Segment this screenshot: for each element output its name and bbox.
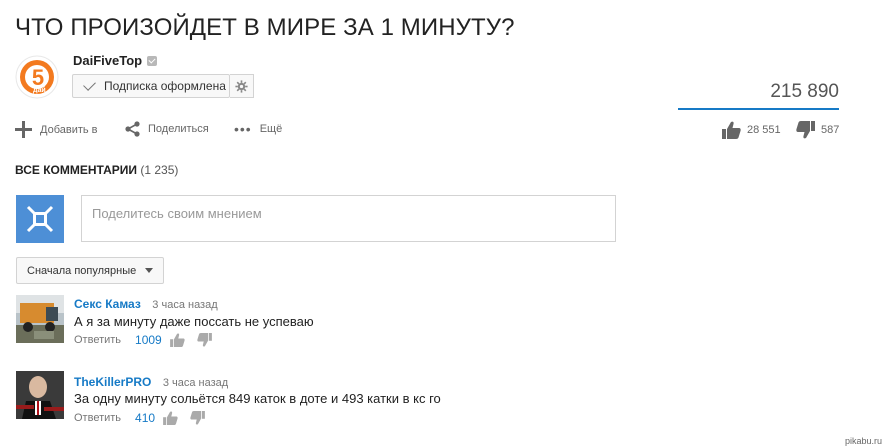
- add-to-button[interactable]: Добавить в: [15, 121, 98, 138]
- comment-like-count: 410: [135, 411, 156, 425]
- default-avatar-icon: [16, 195, 64, 243]
- channel-avatar[interactable]: 5 дай: [15, 55, 59, 99]
- comment-like-count: 1009: [135, 333, 162, 347]
- more-button[interactable]: ••• Ещё: [234, 121, 282, 137]
- channel-name-text[interactable]: DaiFiveTop: [73, 53, 142, 68]
- comment-time[interactable]: 3 часа назад: [163, 377, 228, 389]
- add-to-label: Добавить в: [40, 123, 98, 136]
- comment-header: TheKillerPRO 3 часа назад: [74, 373, 228, 391]
- comment-actions: Ответить 410: [74, 411, 205, 425]
- subscribe-label: Подписка оформлена: [104, 79, 226, 93]
- logo-sub: дай: [33, 86, 46, 94]
- comment-thumbs-down-icon[interactable]: [190, 411, 205, 425]
- sentiment-bar: [678, 108, 839, 110]
- comment-thumbs-up-icon[interactable]: [163, 411, 178, 425]
- more-label: Ещё: [259, 123, 283, 135]
- comments-heading-text: ВСЕ КОММЕНТАРИИ: [15, 163, 138, 177]
- comment-avatar[interactable]: [16, 295, 64, 343]
- verified-icon: [147, 55, 158, 66]
- share-label: Поделиться: [148, 123, 209, 135]
- plus-icon: [15, 121, 32, 138]
- comment-avatar[interactable]: [16, 371, 64, 419]
- comment-thumbs-up-icon[interactable]: [169, 333, 185, 347]
- watermark: pikabu.ru: [844, 436, 882, 446]
- sort-label: Сначала популярные: [27, 264, 137, 277]
- subscribe-button[interactable]: Подписка оформлена: [72, 74, 230, 98]
- comment-text: За одну минуту сольётся 849 каток в доте…: [74, 391, 441, 406]
- thumbs-down-icon: [796, 121, 815, 139]
- comments-count: (1 235): [140, 163, 179, 177]
- comment-text: А я за минуту даже поссать не успеваю: [74, 314, 314, 329]
- subscription-settings-button[interactable]: [230, 74, 254, 98]
- checkmark-icon: [83, 78, 96, 91]
- chevron-down-icon: [145, 268, 154, 273]
- dislike-count: 587: [821, 124, 840, 136]
- dislike-button[interactable]: 587: [796, 121, 839, 139]
- comment-time[interactable]: 3 часа назад: [152, 299, 217, 311]
- comment-header: Секс Камаз 3 часа назад: [74, 295, 218, 313]
- user-avatar: [16, 195, 64, 243]
- hitman-photo-avatar: [16, 371, 64, 419]
- more-icon: •••: [234, 121, 252, 137]
- reply-button[interactable]: Ответить: [74, 412, 121, 424]
- like-button[interactable]: 28 551: [722, 121, 781, 139]
- thumbs-up-icon: [722, 121, 741, 139]
- view-count: 215 890: [770, 81, 839, 102]
- reply-button[interactable]: Ответить: [74, 334, 121, 346]
- comment-author[interactable]: TheKillerPRO: [74, 375, 151, 389]
- sort-dropdown[interactable]: Сначала популярные: [16, 257, 164, 284]
- video-title: ЧТО ПРОИЗОЙДЕТ В МИРЕ ЗА 1 МИНУТУ?: [15, 14, 515, 41]
- comments-heading: ВСЕ КОММЕНТАРИИ (1 235): [15, 163, 178, 177]
- comment-thumbs-down-icon[interactable]: [197, 333, 212, 347]
- comment-input[interactable]: Поделитесь своим мнением: [81, 195, 616, 242]
- channel-name[interactable]: DaiFiveTop: [73, 53, 158, 68]
- comment-actions: Ответить 1009: [74, 333, 212, 347]
- like-count: 28 551: [747, 124, 781, 136]
- share-button[interactable]: Поделиться: [125, 121, 209, 137]
- channel-logo-icon: 5 дай: [15, 55, 59, 99]
- gear-icon: [235, 79, 248, 93]
- share-icon: [125, 121, 140, 137]
- comment-author[interactable]: Секс Камаз: [74, 297, 141, 311]
- truck-photo-avatar: [16, 295, 64, 343]
